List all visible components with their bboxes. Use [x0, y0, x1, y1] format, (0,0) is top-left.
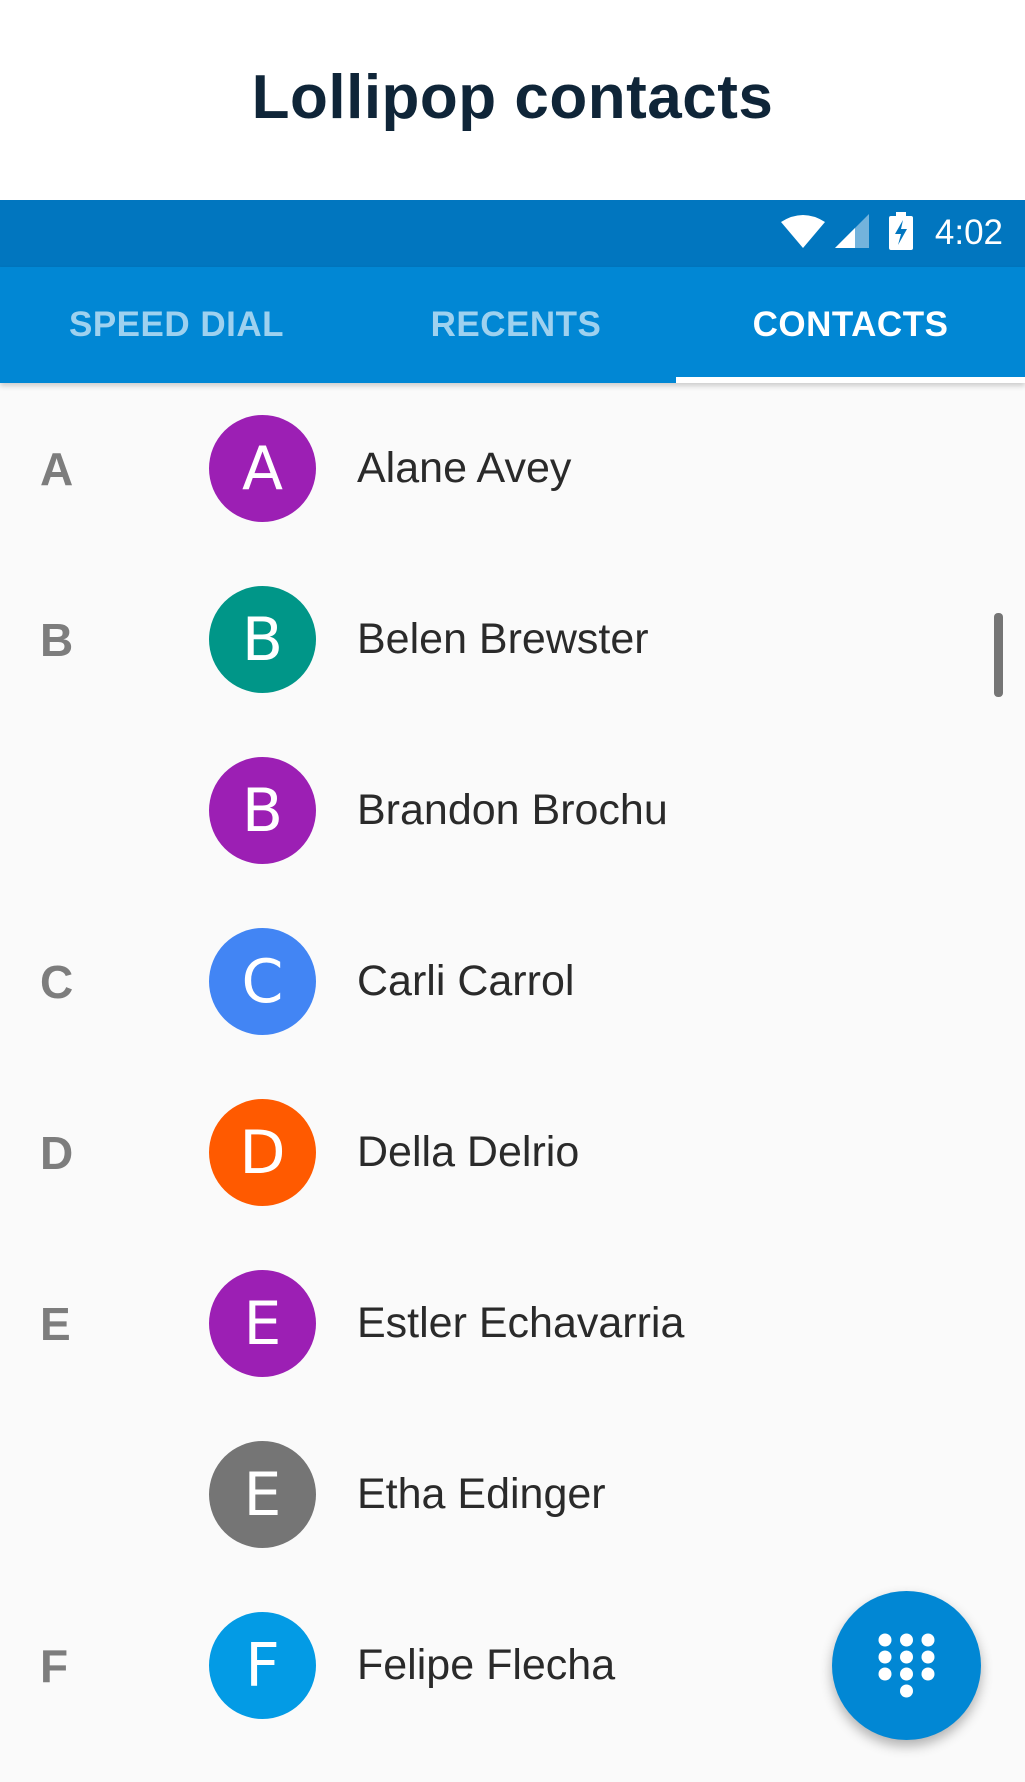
contact-name: Brandon Brochu — [357, 786, 668, 834]
contact-row-estler-echavarria[interactable]: E E Estler Echavarria — [0, 1238, 1025, 1409]
section-letter: F — [40, 1639, 69, 1692]
contact-name: Alane Avey — [357, 444, 572, 492]
avatar: C — [209, 928, 316, 1035]
section-letter: D — [40, 1126, 74, 1179]
wifi-icon — [780, 214, 825, 253]
avatar: D — [209, 1099, 316, 1206]
contact-name: Etha Edinger — [357, 1470, 606, 1518]
cell-signal-icon — [834, 213, 869, 253]
tab-speed-dial[interactable]: SPEED DIAL — [0, 267, 353, 383]
contact-row-brandon-brochu[interactable]: B Brandon Brochu — [0, 725, 1025, 896]
status-icons: 4:02 — [780, 210, 1003, 256]
section-letter: E — [40, 1297, 71, 1350]
status-bar: 4:02 — [0, 200, 1025, 267]
avatar: E — [209, 1270, 316, 1377]
tab-contacts[interactable]: CONTACTS — [676, 267, 1025, 383]
tab-recents[interactable]: RECENTS — [353, 267, 679, 383]
contact-name: Estler Echavarria — [357, 1299, 685, 1347]
avatar: E — [209, 1441, 316, 1548]
tab-bar: SPEED DIAL RECENTS CONTACTS — [0, 267, 1025, 383]
status-time: 4:02 — [934, 213, 1003, 252]
contact-row-etha-edinger[interactable]: E Etha Edinger — [0, 1409, 1025, 1580]
contact-row-alane-avey[interactable]: A A Alane Avey — [0, 383, 1025, 554]
contact-name: Carli Carrol — [357, 957, 575, 1005]
contact-name: Della Delrio — [357, 1128, 580, 1176]
contact-row-belen-brewster[interactable]: B B Belen Brewster — [0, 554, 1025, 725]
phone-screen: 4:02 SPEED DIAL RECENTS CONTACTS A A Ala… — [0, 200, 1025, 1782]
avatar: B — [209, 586, 316, 693]
contact-list: A A Alane Avey B B Belen Brewster B Bran… — [0, 383, 1025, 1782]
contact-name: Felipe Flecha — [357, 1641, 616, 1689]
avatar: A — [209, 415, 316, 522]
section-letter: A — [40, 442, 74, 495]
section-letter: C — [40, 955, 74, 1008]
contact-row-carli-carrol[interactable]: C C Carli Carrol — [0, 896, 1025, 1067]
battery-charging-icon — [888, 211, 913, 255]
page-title: Lollipop contacts — [251, 63, 774, 132]
dialpad-fab-button[interactable] — [832, 1591, 981, 1740]
title-area: Lollipop contacts — [0, 0, 1025, 200]
contact-name: Belen Brewster — [357, 615, 649, 663]
scrollbar-thumb[interactable] — [994, 613, 1003, 697]
avatar: B — [209, 757, 316, 864]
contact-row-della-delrio[interactable]: D D Della Delrio — [0, 1067, 1025, 1238]
avatar: F — [209, 1612, 316, 1719]
section-letter: B — [40, 613, 74, 666]
